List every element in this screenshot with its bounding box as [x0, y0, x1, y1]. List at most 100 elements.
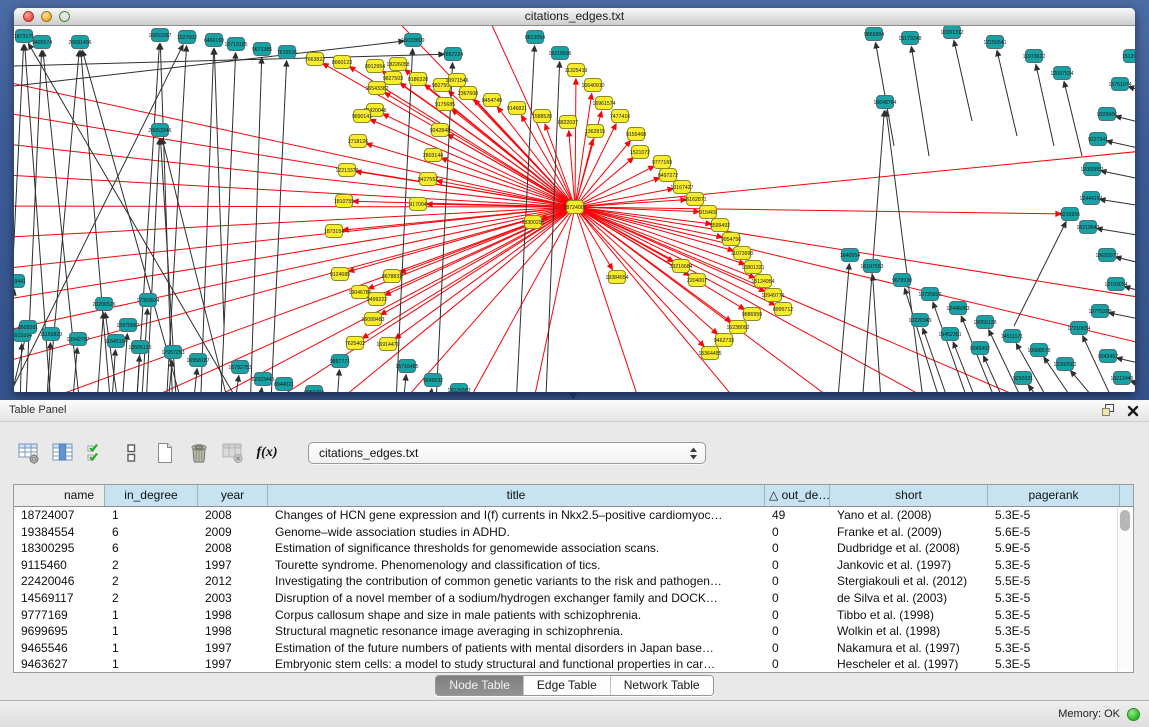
table-cell[interactable]: 9465546 — [14, 640, 105, 657]
table-cell[interactable]: 5.6E-5 — [988, 524, 1120, 541]
memory-status-indicator[interactable] — [1127, 708, 1140, 721]
table-cell[interactable]: Tourette syndrome. Phenomenology and cla… — [268, 557, 765, 574]
column-header-short[interactable]: short — [830, 485, 988, 506]
graph-edge[interactable] — [1116, 257, 1135, 271]
panel-divider-handle[interactable] — [568, 393, 578, 399]
table-mode-icon[interactable] — [16, 439, 42, 467]
show-columns-icon[interactable] — [50, 439, 76, 467]
table-cell[interactable]: 1 — [105, 607, 198, 624]
table-cell[interactable]: Franke et al. (2009) — [830, 524, 988, 541]
graph-edge[interactable] — [1097, 228, 1135, 241]
scrollbar-thumb[interactable] — [1120, 510, 1130, 531]
create-column-icon[interactable] — [152, 439, 178, 467]
table-cell[interactable]: Yano et al. (2008) — [830, 507, 988, 524]
row-height-icon[interactable] — [118, 439, 144, 467]
table-cell[interactable]: 5.3E-5 — [988, 640, 1120, 657]
table-cell[interactable]: 9699695 — [14, 623, 105, 640]
table-row[interactable]: 969969511998Structural magnetic resonanc… — [14, 623, 1133, 640]
table-cell[interactable]: 2008 — [198, 540, 268, 557]
table-cell[interactable]: Nakamura et al. (1997) — [830, 640, 988, 657]
table-cell[interactable]: 49 — [765, 507, 830, 524]
graph-edge[interactable] — [452, 110, 575, 207]
table-row[interactable]: 1830029562008Estimation of significance … — [14, 540, 1133, 557]
table-row[interactable]: 1456911722003Disruption of a novel membe… — [14, 590, 1133, 607]
graph-edge[interactable] — [14, 336, 26, 392]
table-cell[interactable]: 0 — [765, 590, 830, 607]
graph-edge[interactable] — [575, 200, 686, 207]
graph-edge[interactable] — [886, 111, 929, 392]
table-row[interactable]: 946362711997Embryonic stem cells: a mode… — [14, 656, 1133, 673]
table-cell[interactable]: 19384554 — [14, 524, 105, 541]
graph-edge[interactable] — [1036, 65, 1054, 146]
table-cell[interactable]: 5.3E-5 — [988, 507, 1120, 524]
graph-edge[interactable] — [575, 207, 1061, 214]
graph-edge[interactable] — [94, 313, 103, 392]
table-cell[interactable]: 1 — [105, 507, 198, 524]
function-builder-icon[interactable]: f(x) — [254, 439, 280, 467]
table-cell[interactable]: 5.3E-5 — [988, 590, 1120, 607]
table-cell[interactable]: 2003 — [198, 590, 268, 607]
table-cell[interactable]: 22420046 — [14, 573, 105, 590]
graph-edge[interactable] — [1064, 82, 1082, 156]
graph-edge[interactable] — [109, 350, 115, 392]
graph-edge[interactable] — [575, 207, 704, 346]
column-header-title[interactable]: title — [268, 485, 765, 506]
table-cell[interactable]: 2012 — [198, 573, 268, 590]
table-cell[interactable]: Hescheler et al. (1997) — [830, 656, 988, 673]
minimize-window-button[interactable] — [41, 11, 52, 22]
table-row[interactable]: 1872400712008Changes of HCN gene express… — [14, 507, 1133, 524]
graph-edge[interactable] — [254, 388, 262, 392]
table-vertical-scrollbar[interactable] — [1117, 507, 1132, 671]
table-cell[interactable]: Wolkin et al. (1998) — [830, 623, 988, 640]
graph-edge[interactable] — [997, 51, 1017, 136]
graph-edge[interactable] — [575, 207, 744, 264]
table-cell[interactable]: 5.5E-5 — [988, 573, 1120, 590]
column-header-out_de[interactable]: △ out_de… — [765, 485, 830, 506]
table-cell[interactable]: 0 — [765, 524, 830, 541]
network-window-titlebar[interactable]: citations_edges.txt — [14, 8, 1135, 26]
graph-edge[interactable] — [575, 207, 731, 322]
tab-node-table[interactable]: Node Table — [436, 676, 523, 695]
graph-edge[interactable] — [144, 139, 160, 392]
table-cell[interactable]: 6 — [105, 540, 198, 557]
graph-edge[interactable] — [219, 53, 236, 392]
graph-edge[interactable] — [575, 207, 654, 392]
network-graph[interactable]: 8660123891295418226058982750381863289827… — [14, 26, 1135, 392]
table-cell[interactable]: 1 — [105, 640, 198, 657]
graph-edge[interactable] — [954, 41, 972, 121]
graph-edge[interactable] — [1100, 199, 1135, 211]
table-cell[interactable]: 2008 — [198, 507, 268, 524]
graph-edge[interactable] — [160, 44, 174, 392]
graph-edge[interactable] — [269, 61, 287, 392]
table-cell[interactable]: 9777169 — [14, 607, 105, 624]
column-header-pagerank[interactable]: pagerank — [988, 485, 1120, 506]
tab-edge-table[interactable]: Edge Table — [523, 676, 610, 695]
graph-edge[interactable] — [44, 207, 575, 392]
graph-edge[interactable] — [14, 207, 575, 276]
column-header-in_degree[interactable]: in_degree — [105, 485, 198, 506]
table-cell[interactable]: Dudbridge et al. (2008) — [830, 540, 988, 557]
graph-edge[interactable] — [1116, 116, 1135, 131]
table-row[interactable]: 946554611997Estimation of the future num… — [14, 640, 1133, 657]
graph-edge[interactable] — [1125, 287, 1135, 301]
table-cell[interactable]: 2 — [105, 573, 198, 590]
graph-edge[interactable] — [1109, 313, 1135, 326]
graph-edge[interactable] — [876, 43, 894, 146]
table-cell[interactable]: Disruption of a novel member of a sodium… — [268, 590, 765, 607]
graph-edge[interactable] — [911, 47, 929, 156]
table-cell[interactable]: Embryonic stem cells: a model to study s… — [268, 656, 765, 673]
graph-edge[interactable] — [1014, 222, 1066, 326]
table-row[interactable]: 1938455462009Genome–wide association stu… — [14, 524, 1133, 541]
table-cell[interactable]: 1 — [105, 656, 198, 673]
network-window[interactable]: citations_edges.txt 86601238912954182260… — [14, 8, 1135, 392]
graph-edge[interactable] — [204, 207, 575, 392]
graph-edge[interactable] — [1129, 87, 1135, 101]
graph-edge[interactable] — [249, 58, 262, 392]
graph-edge[interactable] — [575, 158, 633, 207]
table-cell[interactable]: 18300295 — [14, 540, 105, 557]
graph-edge[interactable] — [575, 79, 576, 207]
graph-edge[interactable] — [199, 49, 214, 392]
graph-edge[interactable] — [164, 46, 186, 392]
graph-edge[interactable] — [14, 207, 575, 381]
graph-edge[interactable] — [575, 189, 673, 207]
